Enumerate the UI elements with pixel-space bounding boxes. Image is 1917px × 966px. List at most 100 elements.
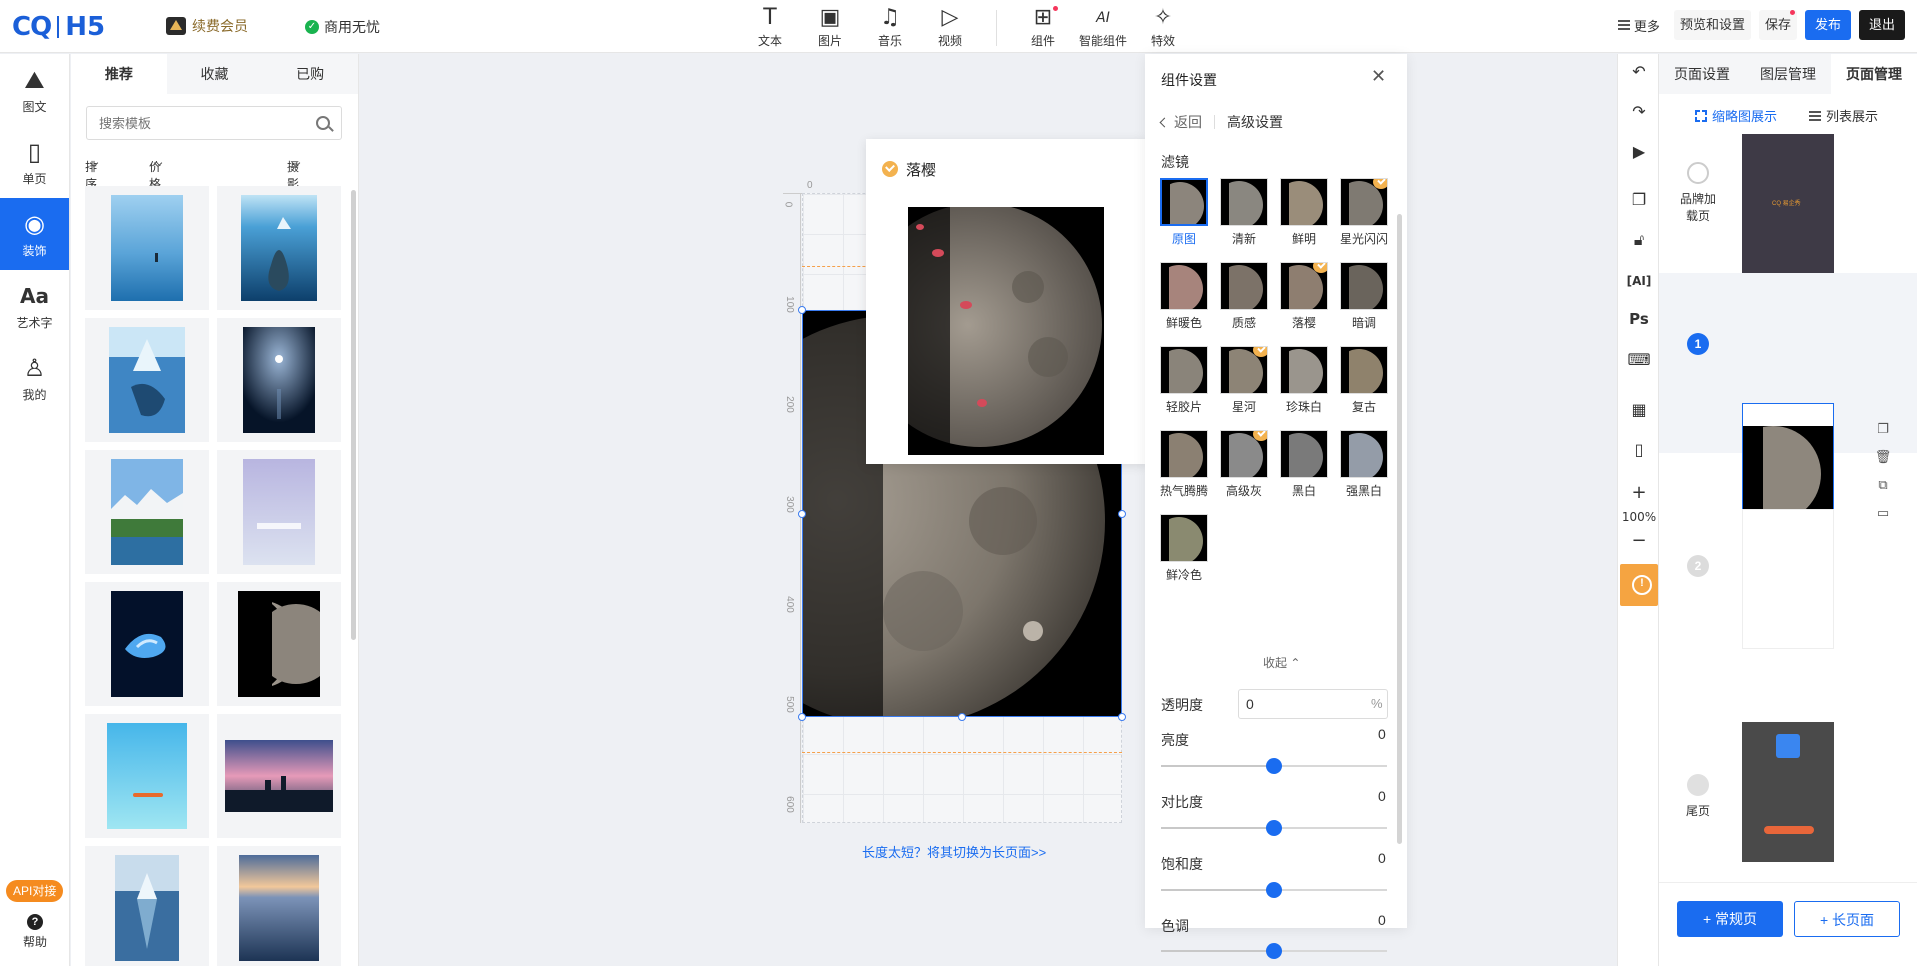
filter-option[interactable]: 鲜暖色	[1158, 262, 1210, 331]
undo-icon[interactable]: ↶	[1618, 62, 1660, 81]
phone-icon[interactable]: ▯	[1618, 440, 1660, 459]
tab-layer-management[interactable]: 图层管理	[1745, 54, 1831, 94]
zoom-out-icon[interactable]: −	[1618, 530, 1660, 551]
filter-option[interactable]: 落樱	[1278, 262, 1330, 331]
resize-handle[interactable]	[798, 306, 806, 314]
slider-knob[interactable]	[1266, 943, 1282, 959]
filter-option[interactable]: 星河	[1218, 346, 1270, 415]
collapse-button[interactable]: 收起 ⌃	[1263, 654, 1300, 671]
resize-handle[interactable]	[798, 510, 806, 518]
resize-handle[interactable]	[1118, 510, 1126, 518]
template-search-input[interactable]	[86, 106, 342, 140]
tool-component[interactable]: ⊞ 组件	[1013, 4, 1073, 49]
page-item-2[interactable]: 2	[1659, 509, 1917, 649]
template-thumb[interactable]	[85, 582, 209, 706]
add-long-page-button[interactable]: + 长页面	[1794, 901, 1900, 937]
hue-slider[interactable]	[1161, 943, 1387, 959]
filter-option[interactable]: 热气腾腾	[1158, 430, 1210, 499]
tab-recommended[interactable]: 推荐	[71, 54, 167, 94]
tool-ai-component[interactable]: AI 智能组件	[1073, 4, 1133, 49]
search-icon[interactable]	[316, 116, 330, 130]
rail-item-graphic[interactable]: ⛰ 图文	[0, 54, 69, 126]
exit-button[interactable]: 退出	[1858, 10, 1905, 40]
template-thumb[interactable]	[217, 186, 341, 310]
filter-option[interactable]: 轻胶片	[1158, 346, 1210, 415]
template-thumb[interactable]	[217, 582, 341, 706]
tool-music[interactable]: ♫ 音乐	[860, 4, 920, 49]
filter-option[interactable]: 珍珠白	[1278, 346, 1330, 415]
template-thumb[interactable]	[85, 714, 209, 838]
filter-option[interactable]: 原图	[1158, 178, 1210, 247]
resize-handle[interactable]	[958, 713, 966, 721]
list-view-toggle[interactable]: 列表展示	[1809, 106, 1878, 125]
page-thumbnail[interactable]: CQ 易企秀	[1742, 134, 1834, 274]
template-thumb[interactable]	[217, 318, 341, 442]
renew-vip-button[interactable]: 续费会员	[166, 16, 248, 36]
saturation-slider[interactable]	[1161, 882, 1387, 898]
tab-favorites[interactable]: 收藏	[167, 54, 263, 94]
rail-item-mine[interactable]: ♙ 我的	[0, 342, 69, 414]
slider-knob[interactable]	[1266, 758, 1282, 774]
close-icon[interactable]: ✕	[1371, 66, 1386, 87]
thumbnail-view-toggle[interactable]: 缩略图展示	[1695, 106, 1777, 125]
filter-option[interactable]: 鲜冷色	[1158, 514, 1210, 583]
rail-item-single-page[interactable]: ▯ 单页	[0, 126, 69, 198]
filter-option[interactable]: 暗调	[1338, 262, 1390, 331]
publish-button[interactable]: 发布	[1804, 10, 1851, 40]
page-thumbnail[interactable]	[1742, 509, 1834, 649]
preview-settings-button[interactable]: 预览和设置	[1673, 10, 1751, 40]
delete-page-icon[interactable]: 🗑︎	[1873, 450, 1893, 478]
switch-long-page-link[interactable]: 长度太短？将其切换为长页面>>	[862, 842, 1046, 861]
tool-effects[interactable]: ✧ 特效	[1133, 4, 1193, 49]
api-connect-button[interactable]: API对接	[6, 880, 64, 902]
filter-option[interactable]: 强黑白	[1338, 430, 1390, 499]
filter-option[interactable]: 清新	[1218, 178, 1270, 247]
play-icon[interactable]: ▶	[1618, 142, 1660, 161]
filter-option[interactable]: 星光闪闪	[1338, 178, 1390, 247]
add-normal-page-button[interactable]: + 常规页	[1677, 901, 1783, 937]
save-button[interactable]: 保存	[1758, 10, 1797, 40]
slider-knob[interactable]	[1266, 882, 1282, 898]
template-thumb[interactable]	[217, 846, 341, 966]
rail-item-art-text[interactable]: Aa 艺术字	[0, 270, 69, 342]
filter-option[interactable]: 质感	[1218, 262, 1270, 331]
ai-icon[interactable]: [AI]	[1618, 274, 1660, 288]
page-item-brand-loading[interactable]: 品牌加载页 CQ 易企秀	[1659, 128, 1917, 274]
help-button[interactable]: ? 帮助	[0, 914, 70, 950]
commercial-safe-link[interactable]: ✓ 商用无忧	[305, 17, 380, 37]
filter-option[interactable]: 复古	[1338, 346, 1390, 415]
template-thumb[interactable]	[85, 186, 209, 310]
filter-option[interactable]: 鲜明	[1278, 178, 1330, 247]
rail-item-decoration[interactable]: ◉ 装饰	[0, 198, 69, 270]
copy-page-icon[interactable]: ❐	[1873, 422, 1893, 450]
price-dropdown[interactable]: 价格	[149, 158, 163, 191]
resize-handle[interactable]	[798, 713, 806, 721]
contrast-slider[interactable]	[1161, 820, 1387, 836]
tab-purchased[interactable]: 已购	[262, 54, 358, 94]
sort-dropdown[interactable]: 排序	[85, 158, 99, 191]
tool-text[interactable]: T 文本	[740, 4, 800, 49]
duplicate-page-icon[interactable]: ⧉	[1873, 478, 1893, 506]
more-button[interactable]: 更多	[1612, 16, 1666, 35]
keyboard-icon[interactable]: ⌨	[1618, 350, 1660, 369]
grid-icon[interactable]: ▦	[1618, 400, 1660, 419]
settings-scrollbar[interactable]	[1397, 214, 1402, 844]
back-button[interactable]: 返回	[1174, 112, 1202, 132]
app-logo[interactable]: CQ H5	[12, 10, 105, 44]
tool-video[interactable]: ▷ 视频	[920, 4, 980, 49]
slider-knob[interactable]	[1266, 820, 1282, 836]
template-thumb[interactable]	[85, 318, 209, 442]
template-thumb[interactable]	[217, 714, 341, 838]
filter-option[interactable]: 高级灰	[1218, 430, 1270, 499]
tool-image[interactable]: ▣ 图片	[800, 4, 860, 49]
ps-icon[interactable]: Ps	[1618, 310, 1660, 328]
page-thumbnail[interactable]	[1742, 722, 1834, 862]
page-item-end[interactable]: 尾页	[1659, 722, 1917, 870]
brightness-slider[interactable]	[1161, 758, 1387, 774]
chevron-left-icon[interactable]	[1159, 117, 1170, 127]
template-thumb[interactable]	[85, 846, 209, 966]
template-thumb[interactable]	[217, 450, 341, 574]
copy-icon[interactable]: ❐	[1618, 190, 1660, 209]
resize-handle[interactable]	[1118, 713, 1126, 721]
tab-page-management[interactable]: 页面管理	[1831, 54, 1917, 94]
